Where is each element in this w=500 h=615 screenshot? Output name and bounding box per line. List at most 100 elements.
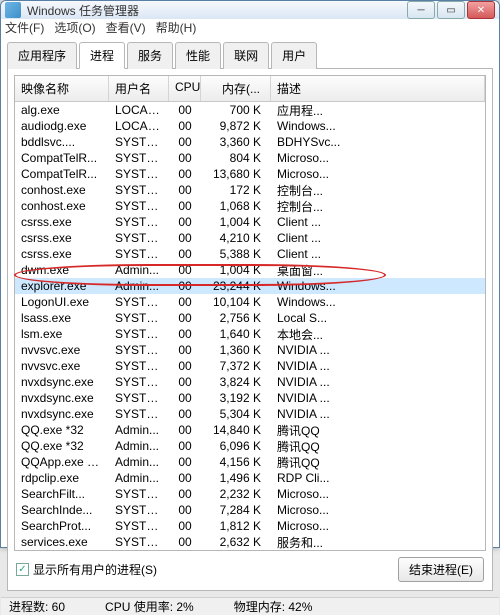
table-row[interactable]: QQ.exe *32Admin...0014,840 K腾讯QQ <box>15 422 485 438</box>
minimize-button[interactable]: ─ <box>407 1 435 19</box>
cell-cpu: 00 <box>169 151 201 165</box>
cell-user: SYSTEM <box>109 167 169 181</box>
cell-mem: 6,096 K <box>201 439 271 453</box>
table-row[interactable]: audiodg.exeLOCAL...009,872 KWindows... <box>15 118 485 134</box>
tab-services[interactable]: 服务 <box>127 42 173 69</box>
table-row[interactable]: nvvsvc.exeSYSTEM001,360 KNVIDIA ... <box>15 342 485 358</box>
table-row[interactable]: nvvsvc.exeSYSTEM007,372 KNVIDIA ... <box>15 358 485 374</box>
table-row[interactable]: csrss.exeSYSTEM004,210 KClient ... <box>15 230 485 246</box>
cell-user: SYSTEM <box>109 487 169 501</box>
cell-desc: 服务和... <box>271 534 485 551</box>
table-row[interactable]: lsm.exeSYSTEM001,640 K本地会... <box>15 326 485 342</box>
cell-user: Admin... <box>109 471 169 485</box>
cell-desc: NVIDIA ... <box>271 343 485 357</box>
cell-name: dwm.exe <box>15 263 109 277</box>
status-mem: 物理内存: 42% <box>234 598 313 615</box>
table-row[interactable]: LogonUI.exeSYSTEM0010,104 KWindows... <box>15 294 485 310</box>
table-row[interactable]: SearchProt...SYSTEM001,812 KMicroso... <box>15 518 485 534</box>
cell-desc: Windows... <box>271 279 485 293</box>
table-row[interactable]: SearchInde...SYSTEM007,284 KMicroso... <box>15 502 485 518</box>
cell-desc: Client ... <box>271 231 485 245</box>
status-proc-count: 进程数: 60 <box>9 598 65 615</box>
table-row[interactable]: nvxdsync.exeSYSTEM003,824 KNVIDIA ... <box>15 374 485 390</box>
table-row[interactable]: CompatTelR...SYSTEM0013,680 KMicroso... <box>15 166 485 182</box>
menu-options[interactable]: 选项(O) <box>54 19 95 36</box>
cell-name: csrss.exe <box>15 215 109 229</box>
table-row[interactable]: lsass.exeSYSTEM002,756 KLocal S... <box>15 310 485 326</box>
close-button[interactable]: ✕ <box>467 1 495 19</box>
cell-cpu: 00 <box>169 119 201 133</box>
table-row[interactable]: nvxdsync.exeSYSTEM005,304 KNVIDIA ... <box>15 406 485 422</box>
table-row[interactable]: CompatTelR...SYSTEM00804 KMicroso... <box>15 150 485 166</box>
show-all-users[interactable]: ✓ 显示所有用户的进程(S) <box>16 561 157 578</box>
cell-name: nvxdsync.exe <box>15 407 109 421</box>
tab-users[interactable]: 用户 <box>271 42 317 69</box>
process-rows[interactable]: alg.exeLOCAL...00700 K应用程...audiodg.exeL… <box>15 102 485 550</box>
cell-cpu: 00 <box>169 407 201 421</box>
cell-user: SYSTEM <box>109 135 169 149</box>
cell-cpu: 00 <box>169 535 201 549</box>
col-description[interactable]: 描述 <box>271 76 485 101</box>
cell-desc: Microso... <box>271 487 485 501</box>
table-row[interactable]: SearchFilt...SYSTEM002,232 KMicroso... <box>15 486 485 502</box>
cell-name: LogonUI.exe <box>15 295 109 309</box>
cell-cpu: 00 <box>169 439 201 453</box>
table-row[interactable]: csrss.exeSYSTEM001,004 KClient ... <box>15 214 485 230</box>
cell-cpu: 00 <box>169 199 201 213</box>
table-row[interactable]: bddlsvc....SYSTEM003,360 KBDHYSvc... <box>15 134 485 150</box>
table-row[interactable]: QQApp.exe *32Admin...004,156 K腾讯QQ <box>15 454 485 470</box>
table-row[interactable]: services.exeSYSTEM002,632 K服务和... <box>15 534 485 550</box>
menu-view[interactable]: 查看(V) <box>106 19 146 36</box>
col-user[interactable]: 用户名 <box>109 76 169 101</box>
cell-user: SYSTEM <box>109 375 169 389</box>
tab-processes[interactable]: 进程 <box>79 42 125 69</box>
cell-desc: Microso... <box>271 167 485 181</box>
cell-name: nvxdsync.exe <box>15 391 109 405</box>
table-row[interactable]: explorer.exeAdmin...0023,244 KWindows... <box>15 278 485 294</box>
cell-desc: Microso... <box>271 151 485 165</box>
cell-cpu: 00 <box>169 103 201 117</box>
table-row[interactable]: QQ.exe *32Admin...006,096 K腾讯QQ <box>15 438 485 454</box>
col-memory[interactable]: 内存(... <box>201 76 271 101</box>
table-row[interactable]: conhost.exeSYSTEM00172 K控制台... <box>15 182 485 198</box>
table-row[interactable]: rdpclip.exeAdmin...001,496 KRDP Cli... <box>15 470 485 486</box>
cell-user: SYSTEM <box>109 247 169 261</box>
cell-mem: 9,872 K <box>201 119 271 133</box>
cell-desc: 应用程... <box>271 102 485 119</box>
status-bar: 进程数: 60 CPU 使用率: 2% 物理内存: 42% <box>1 597 499 615</box>
cell-mem: 2,756 K <box>201 311 271 325</box>
cell-cpu: 00 <box>169 327 201 341</box>
cell-user: SYSTEM <box>109 151 169 165</box>
menu-file[interactable]: 文件(F) <box>5 19 44 36</box>
cell-desc: Client ... <box>271 247 485 261</box>
tab-applications[interactable]: 应用程序 <box>7 42 77 69</box>
app-icon <box>5 2 21 18</box>
table-row[interactable]: alg.exeLOCAL...00700 K应用程... <box>15 102 485 118</box>
process-pane: 映像名称 用户名 CPU 内存(... 描述 alg.exeLOCAL...00… <box>7 69 493 591</box>
cell-desc: Local S... <box>271 311 485 325</box>
cell-desc: 本地会... <box>271 326 485 343</box>
cell-desc: 桌面窗... <box>271 262 485 279</box>
cell-cpu: 00 <box>169 263 201 277</box>
table-row[interactable]: dwm.exeAdmin...001,004 K桌面窗... <box>15 262 485 278</box>
tab-networking[interactable]: 联网 <box>223 42 269 69</box>
col-cpu[interactable]: CPU <box>169 76 201 101</box>
menu-help[interactable]: 帮助(H) <box>156 19 197 36</box>
cell-desc: Microso... <box>271 519 485 533</box>
cell-name: rdpclip.exe <box>15 471 109 485</box>
titlebar[interactable]: Windows 任务管理器 ─ ▭ ✕ <box>1 1 499 19</box>
col-image-name[interactable]: 映像名称 <box>15 76 109 101</box>
cell-name: nvxdsync.exe <box>15 375 109 389</box>
maximize-button[interactable]: ▭ <box>437 1 465 19</box>
table-row[interactable]: nvxdsync.exeSYSTEM003,192 KNVIDIA ... <box>15 390 485 406</box>
end-process-button[interactable]: 结束进程(E) <box>398 557 484 582</box>
cell-cpu: 00 <box>169 183 201 197</box>
table-row[interactable]: csrss.exeSYSTEM005,388 KClient ... <box>15 246 485 262</box>
cell-user: LOCAL... <box>109 119 169 133</box>
tab-performance[interactable]: 性能 <box>175 42 221 69</box>
cell-desc: Microso... <box>271 503 485 517</box>
list-footer: ✓ 显示所有用户的进程(S) 结束进程(E) <box>14 551 486 584</box>
cell-mem: 1,004 K <box>201 215 271 229</box>
table-row[interactable]: conhost.exeSYSTEM001,068 K控制台... <box>15 198 485 214</box>
cell-cpu: 00 <box>169 311 201 325</box>
